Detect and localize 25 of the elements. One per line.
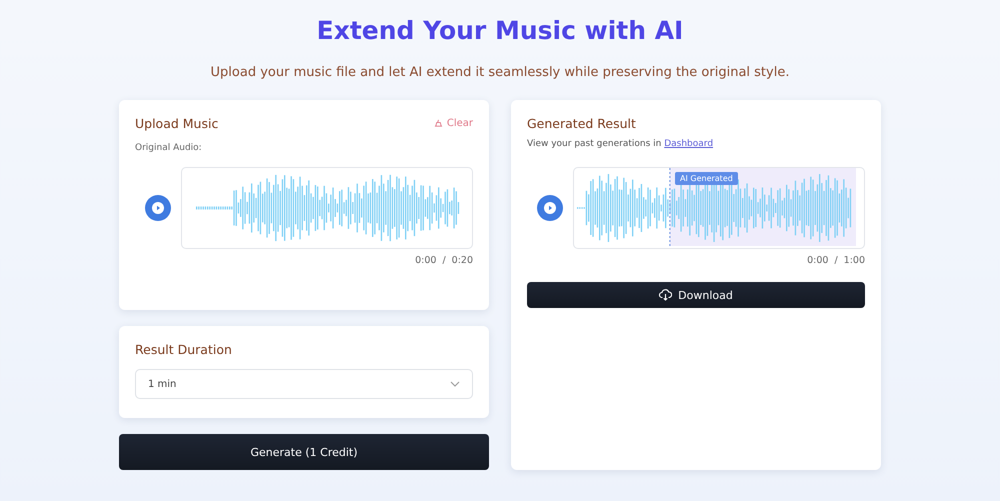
play-button[interactable] [145, 195, 171, 221]
generate-button[interactable]: Generate (1 Credit) [119, 434, 489, 470]
play-icon [544, 202, 556, 214]
page-subtitle: Upload your music file and let AI extend it seamlessly while preserving the original style. [210, 65, 790, 80]
total-time: 0:20 [452, 255, 473, 266]
cloud-download-icon [659, 289, 672, 301]
duration-select[interactable]: 1 min [135, 369, 473, 399]
eraser-icon [434, 119, 443, 128]
current-time: 0:00 [415, 255, 436, 266]
play-button[interactable] [537, 195, 563, 221]
card-title: Upload Music [135, 116, 218, 131]
dashboard-note: View your past generations in Dashboard [527, 139, 714, 149]
card-title: Result Duration [135, 342, 233, 357]
time-separator: / [834, 255, 838, 266]
page-title: Extend Your Music with AI [316, 16, 684, 45]
chevron-down-icon [450, 381, 460, 387]
ai-generated-badge: AI Generated [675, 172, 738, 185]
time-separator: / [442, 255, 446, 266]
play-icon [152, 202, 164, 214]
audio-label: Original Audio: [135, 143, 203, 153]
card-title: Generated Result [527, 116, 637, 131]
total-time: 1:00 [844, 255, 865, 266]
dashboard-link[interactable]: Dashboard [664, 139, 714, 149]
download-button[interactable]: Download [527, 282, 865, 308]
current-time: 0:00 [807, 255, 828, 266]
